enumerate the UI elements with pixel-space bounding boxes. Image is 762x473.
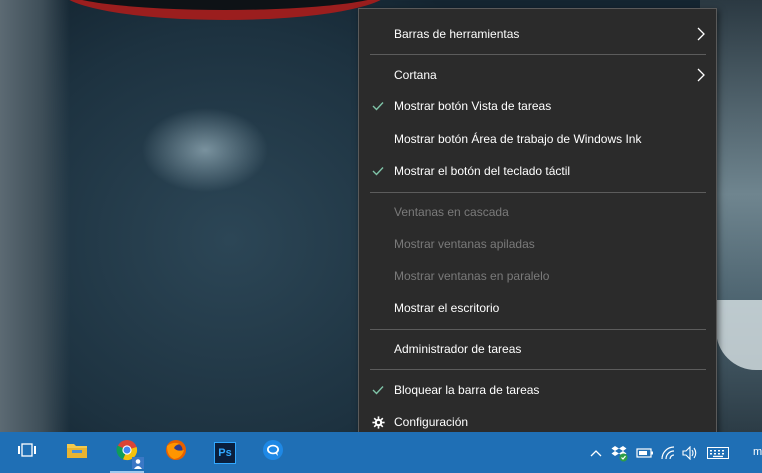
menu-item-label: Bloquear la barra de tareas [394, 383, 540, 397]
wifi-icon[interactable] [660, 444, 678, 462]
checkmark-icon [371, 383, 385, 397]
firefox-button[interactable] [153, 432, 199, 473]
menu-separator [370, 329, 706, 330]
touch-keyboard-icon[interactable] [707, 444, 729, 462]
taskbar-context-menu: Barras de herramientas Cortana Mostrar b… [358, 8, 717, 446]
menu-item-label: Configuración [394, 415, 469, 429]
menu-item-cortana[interactable]: Cortana [359, 60, 716, 90]
menu-item-label: Ventanas en cascada [394, 205, 509, 219]
taskbar: Ps m [0, 432, 762, 473]
chevron-right-icon [696, 27, 706, 41]
dropbox-sync-icon[interactable] [611, 444, 629, 462]
volume-icon[interactable] [681, 444, 699, 462]
menu-item-toolbars[interactable]: Barras de herramientas [359, 19, 716, 49]
user-badge-icon [132, 456, 144, 473]
tray-clock-partial[interactable]: m [753, 446, 762, 458]
file-explorer-icon [66, 441, 88, 464]
menu-item-label: Cortana [394, 68, 437, 82]
menu-item-label: Barras de herramientas [394, 27, 520, 41]
checkmark-icon [371, 164, 385, 178]
show-hidden-icons-chevron-icon[interactable] [587, 444, 605, 462]
wallpaper-left-edge [0, 0, 70, 432]
menu-separator [370, 369, 706, 370]
menu-separator [370, 54, 706, 55]
menu-item-stack-windows: Mostrar ventanas apiladas [359, 229, 716, 259]
menu-item-label: Mostrar ventanas en paralelo [394, 269, 550, 283]
menu-item-show-windows-ink[interactable]: Mostrar botón Área de trabajo de Windows… [359, 124, 716, 154]
photoshop-icon: Ps [214, 441, 236, 464]
menu-item-label: Administrador de tareas [394, 342, 522, 356]
task-view-icon [17, 442, 37, 463]
task-view-button[interactable] [4, 432, 50, 473]
menu-item-task-manager[interactable]: Administrador de tareas [359, 334, 716, 364]
photoshop-icon-text: Ps [218, 446, 232, 459]
menu-item-show-desktop[interactable]: Mostrar el escritorio [359, 293, 716, 323]
chat-app-icon [262, 439, 284, 466]
gear-icon [371, 415, 385, 429]
battery-icon[interactable] [636, 444, 654, 462]
chrome-button[interactable] [104, 432, 150, 473]
chat-app-button[interactable] [250, 432, 296, 473]
file-explorer-button[interactable] [54, 432, 100, 473]
menu-item-side-by-side-windows: Mostrar ventanas en paralelo [359, 261, 716, 291]
menu-item-label: Mostrar botón Área de trabajo de Windows… [394, 132, 642, 146]
menu-item-label: Mostrar ventanas apiladas [394, 237, 535, 251]
checkmark-icon [371, 99, 385, 113]
menu-item-lock-taskbar[interactable]: Bloquear la barra de tareas [359, 375, 716, 405]
chevron-right-icon [696, 68, 706, 82]
menu-item-label: Mostrar el botón del teclado táctil [394, 164, 571, 178]
menu-item-label: Mostrar botón Vista de tareas [394, 99, 552, 113]
menu-item-show-task-view[interactable]: Mostrar botón Vista de tareas [359, 91, 716, 121]
firefox-icon [165, 439, 187, 466]
menu-item-cascade-windows: Ventanas en cascada [359, 197, 716, 227]
menu-separator [370, 192, 706, 193]
wallpaper-teapot-rim [60, 0, 390, 20]
menu-item-show-touch-keyboard[interactable]: Mostrar el botón del teclado táctil [359, 156, 716, 186]
menu-item-label: Mostrar el escritorio [394, 301, 500, 315]
photoshop-button[interactable]: Ps [202, 432, 248, 473]
